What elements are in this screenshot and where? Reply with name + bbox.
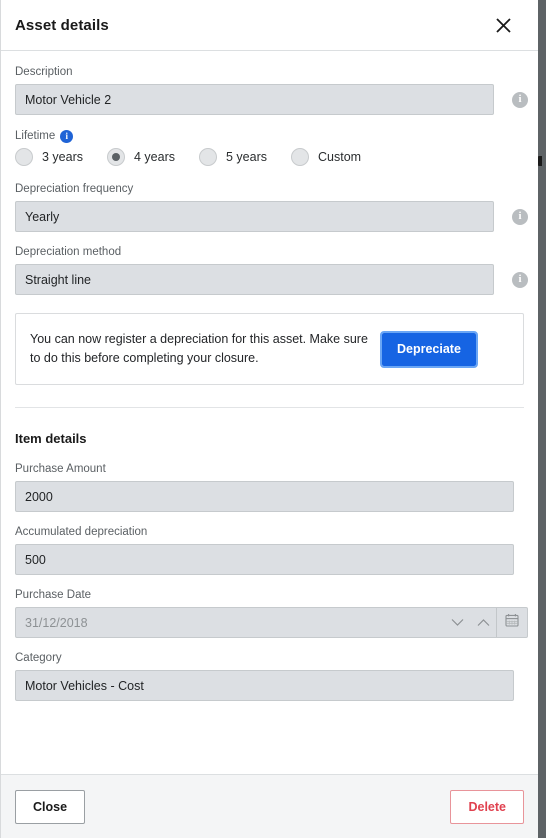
depreciation-frequency-field: Depreciation frequency Yearly i [15,182,528,232]
description-field: Description Motor Vehicle 2 i [15,65,528,115]
delete-button[interactable]: Delete [450,789,524,824]
radio-icon [199,148,217,166]
close-button[interactable] [488,10,518,40]
depreciation-method-row: Straight line i [15,264,528,295]
dialog-footer: Close Delete [1,774,538,838]
lifetime-label: Lifetime i [15,129,524,143]
lifetime-field: Lifetime i 3 years 4 years 5 years Custo… [15,129,524,166]
category-input[interactable]: Motor Vehicles - Cost [15,670,514,701]
lifetime-option-5-years[interactable]: 5 years [199,148,267,166]
dialog-body: Description Motor Vehicle 2 i Lifetime i… [1,51,538,774]
lifetime-info-icon[interactable]: i [60,129,74,143]
depreciation-notice: You can now register a depreciation for … [15,313,524,385]
category-label: Category [15,652,62,664]
purchase-date-increment[interactable] [470,608,496,637]
close-icon [495,17,512,34]
lifetime-option-label: 5 years [226,150,267,164]
depreciation-method-label: Depreciation method [15,246,122,258]
radio-selected-icon [107,148,125,166]
purchase-date-value: 31/12/2018 [25,615,88,630]
purchase-date-decrement[interactable] [444,608,470,637]
lifetime-option-label: 4 years [134,150,175,164]
section-divider [15,407,524,408]
dialog-panel: Asset details Description Motor Vehicle … [1,0,538,838]
page-title: Asset details [15,16,109,34]
depreciation-method-input[interactable]: Straight line [15,264,494,295]
depreciation-frequency-label: Depreciation frequency [15,183,134,195]
lifetime-option-3-years[interactable]: 3 years [15,148,83,166]
radio-icon [291,148,309,166]
description-label: Description [15,66,73,78]
lifetime-radio-group: 3 years 4 years 5 years Custom [15,148,524,166]
chevron-up-icon [477,614,490,632]
purchase-amount-input[interactable]: 2000 [15,481,514,512]
accumulated-depreciation-field: Accumulated depreciation 500 [15,525,524,575]
purchase-amount-label: Purchase Amount [15,463,106,475]
close-footer-button[interactable]: Close [15,789,86,824]
purchase-date-calendar-button[interactable] [497,608,527,637]
description-info-icon[interactable]: i [512,91,528,108]
depreciate-button[interactable]: Depreciate [380,330,478,368]
depreciation-frequency-info-icon[interactable]: i [512,208,528,225]
chevron-down-icon [451,614,464,632]
item-details-heading: Item details [15,431,87,446]
lifetime-option-label: Custom [318,150,362,164]
purchase-amount-field: Purchase Amount 2000 [15,462,524,512]
purchase-date-input[interactable]: 31/12/2018 [15,607,528,638]
edge-marker [538,156,542,166]
depreciation-frequency-row: Yearly i [15,201,528,232]
description-input[interactable]: Motor Vehicle 2 [15,84,494,115]
accumulated-depreciation-label: Accumulated depreciation [15,526,148,538]
lifetime-option-label: 3 years [42,150,83,164]
depreciation-method-info-icon[interactable]: i [512,271,528,288]
radio-icon [15,148,33,166]
lifetime-label-text: Lifetime [15,130,56,142]
depreciation-method-field: Depreciation method Straight line i [15,245,528,295]
calendar-icon [505,613,519,632]
accumulated-depreciation-input[interactable]: 500 [15,544,514,575]
purchase-date-label: Purchase Date [15,589,92,601]
depreciation-notice-text: You can now register a depreciation for … [30,332,368,365]
category-field: Category Motor Vehicles - Cost [15,651,524,701]
description-row: Motor Vehicle 2 i [15,84,528,115]
lifetime-option-4-years[interactable]: 4 years [107,148,175,166]
lifetime-option-custom[interactable]: Custom [291,148,361,166]
page-right-edge [538,0,546,838]
purchase-date-field: Purchase Date 31/12/2018 [15,588,528,638]
dialog-header: Asset details [1,0,538,51]
asset-details-dialog: Asset details Description Motor Vehicle … [0,0,546,838]
depreciation-frequency-input[interactable]: Yearly [15,201,494,232]
